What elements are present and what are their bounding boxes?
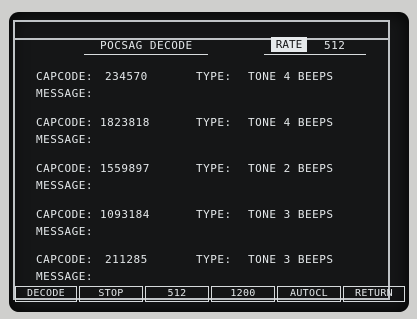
type-label: TYPE:: [196, 208, 232, 221]
decode-softkey[interactable]: DECODE: [15, 286, 77, 302]
message-label: MESSAGE:: [36, 87, 93, 100]
type-label: TYPE:: [196, 70, 232, 83]
message-label: MESSAGE:: [36, 133, 93, 146]
rate-label: RATE: [271, 37, 307, 52]
type-value: TONE 2 BEEPS: [248, 162, 334, 175]
capcode-value: 1559897: [100, 162, 150, 175]
softkey-bar: DECODE STOP 512 1200 AUTOCL RETURN: [9, 286, 409, 304]
title-underline: [84, 54, 208, 55]
capcode-value: 1823818: [100, 116, 150, 129]
type-value: TONE 4 BEEPS: [248, 116, 334, 129]
page-title: POCSAG DECODE: [100, 39, 193, 52]
type-value: TONE 4 BEEPS: [248, 70, 334, 83]
message-label: MESSAGE:: [36, 270, 93, 283]
capcode-value: 234570: [105, 70, 148, 83]
type-label: TYPE:: [196, 116, 232, 129]
type-label: TYPE:: [196, 162, 232, 175]
autoclear-softkey[interactable]: AUTOCL: [277, 286, 341, 302]
capcode-value: 211285: [105, 253, 148, 266]
capcode-label: CAPCODE:: [36, 208, 93, 221]
return-softkey[interactable]: RETURN: [343, 286, 405, 302]
capcode-label: CAPCODE:: [36, 70, 93, 83]
capcode-label: CAPCODE:: [36, 253, 93, 266]
capcode-value: 1093184: [100, 208, 150, 221]
message-label: MESSAGE:: [36, 179, 93, 192]
stop-softkey[interactable]: STOP: [79, 286, 143, 302]
type-label: TYPE:: [196, 253, 232, 266]
type-value: TONE 3 BEEPS: [248, 208, 334, 221]
type-value: TONE 3 BEEPS: [248, 253, 334, 266]
capcode-label: CAPCODE:: [36, 116, 93, 129]
capcode-label: CAPCODE:: [36, 162, 93, 175]
rate-underline: [264, 54, 366, 55]
rate-1200-softkey[interactable]: 1200: [211, 286, 275, 302]
rate-value: 512: [324, 39, 346, 52]
message-label: MESSAGE:: [36, 225, 93, 238]
rate-512-softkey[interactable]: 512: [145, 286, 209, 302]
